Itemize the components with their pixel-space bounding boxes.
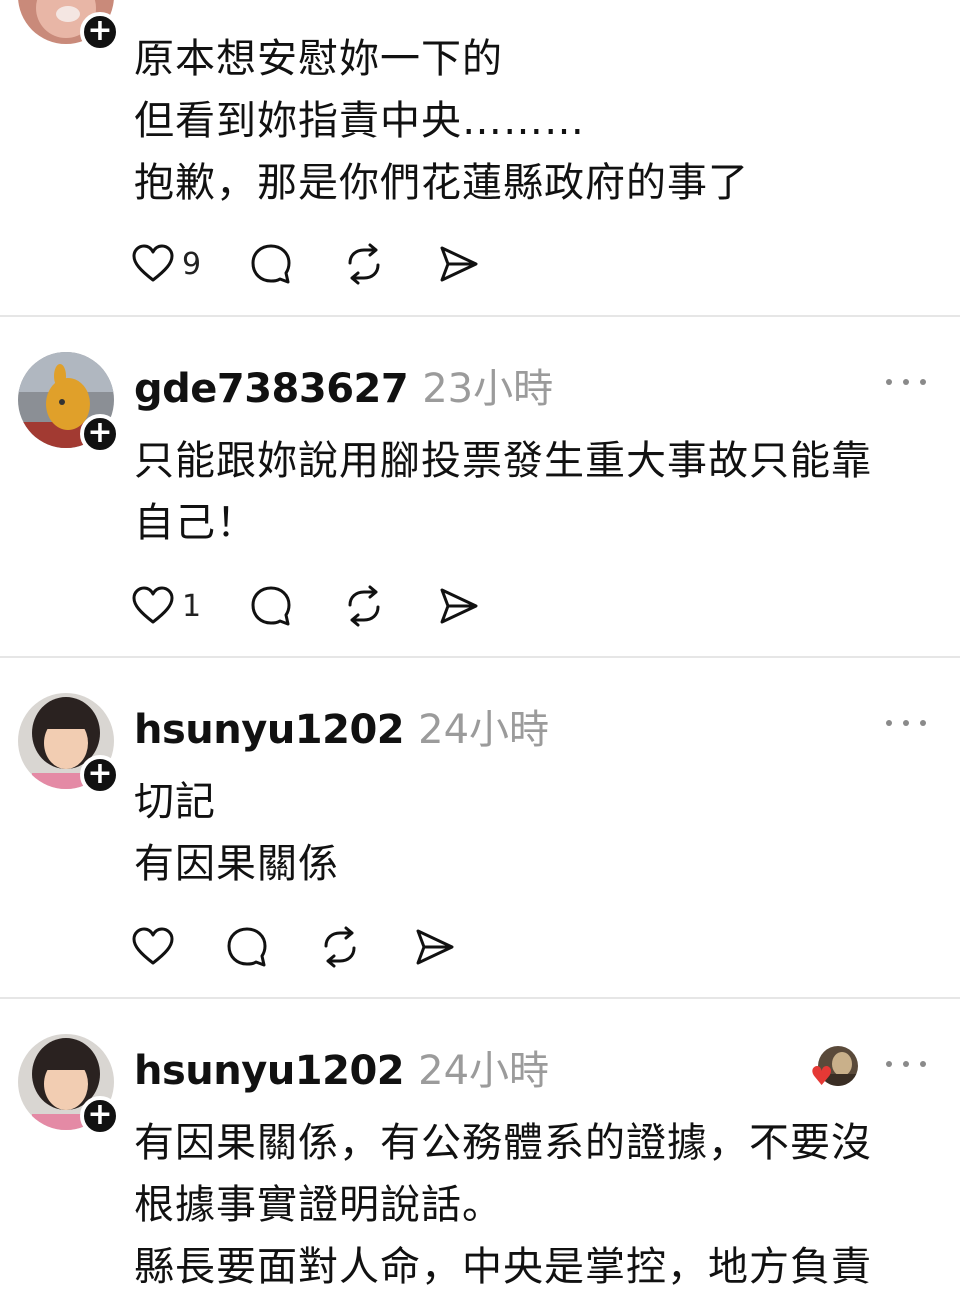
heart-icon <box>132 244 174 282</box>
post-body: 原本想安慰妳一下的 但看到妳指責中央……… 抱歉，那是你們花蓮縣政府的事了 <box>134 28 924 214</box>
post-header: hsunyu1202 24小時 <box>134 697 549 757</box>
post-line: 縣長要面對人命，中央是掌控，地方負責 <box>134 1244 872 1290</box>
repost-icon <box>348 243 380 285</box>
comment-button[interactable] <box>250 584 292 628</box>
repost-icon <box>324 926 356 968</box>
username[interactable]: gde7383627 <box>134 366 409 412</box>
comment-button[interactable] <box>226 925 268 969</box>
timestamp: 24小時 <box>418 707 550 753</box>
heart-icon <box>132 586 174 624</box>
comment-icon <box>251 244 291 284</box>
timestamp: 24小時 <box>418 1048 550 1094</box>
post-line: 抱歉，那是你們花蓮縣政府的事了 <box>134 160 749 206</box>
share-button[interactable] <box>438 242 480 286</box>
follow-plus-icon[interactable]: + <box>80 755 120 795</box>
comment-button[interactable] <box>250 242 292 286</box>
follow-plus-icon[interactable]: + <box>80 1096 120 1136</box>
post-line: 有因果關係 <box>134 841 339 887</box>
post-line: 原本想安慰妳一下的 <box>134 36 503 82</box>
post-line: 切記 <box>134 779 216 825</box>
like-button[interactable] <box>132 925 174 969</box>
more-icon[interactable] <box>886 1054 926 1074</box>
divider <box>0 997 960 999</box>
share-icon <box>416 929 454 965</box>
repost-icon <box>348 585 380 627</box>
share-button[interactable] <box>438 584 480 628</box>
share-icon <box>440 588 478 624</box>
follow-plus-icon[interactable]: + <box>80 12 120 52</box>
share-icon <box>440 246 478 282</box>
share-button[interactable] <box>414 925 456 969</box>
action-bar: 9 <box>132 242 492 286</box>
like-button[interactable]: 9 <box>132 242 201 286</box>
username[interactable]: hsunyu1202 <box>134 1048 405 1094</box>
username[interactable]: hsunyu1202 <box>134 707 405 753</box>
heart-icon <box>132 927 174 965</box>
like-count: 1 <box>182 588 202 624</box>
comment-icon <box>251 586 291 626</box>
post-body: 有因果關係，有公務體系的證據，不要沒 根據事實證明說話。 縣長要面對人命，中央是… <box>134 1112 924 1298</box>
post-line: 有因果關係，有公務體系的證據，不要沒 <box>134 1120 872 1166</box>
post-line: 但看到妳指責中央……… <box>134 98 585 144</box>
follow-plus-icon[interactable]: + <box>80 414 120 454</box>
action-bar <box>132 925 472 969</box>
post-line: 根據事實證明說話。 <box>134 1182 503 1228</box>
post-body: 只能跟妳說用腳投票發生重大事故只能靠 自己！ <box>134 430 924 554</box>
repost-button[interactable] <box>342 242 386 286</box>
comment-icon <box>227 927 267 967</box>
divider <box>0 656 960 658</box>
action-bar: 1 <box>132 584 492 628</box>
post-header: hsunyu1202 24小時 <box>134 1038 549 1098</box>
repost-button[interactable] <box>318 925 362 969</box>
repost-button[interactable] <box>342 584 386 628</box>
more-icon[interactable] <box>886 372 926 392</box>
more-icon[interactable] <box>886 713 926 733</box>
like-count: 9 <box>182 246 202 282</box>
post-line: 自己！ <box>134 500 257 546</box>
liked-heart-icon: ♥ <box>810 1062 834 1092</box>
timestamp: 23小時 <box>422 366 554 412</box>
divider <box>0 315 960 317</box>
like-button[interactable]: 1 <box>132 584 201 628</box>
post-body: 切記 有因果關係 <box>134 771 924 895</box>
post-line: 只能跟妳說用腳投票發生重大事故只能靠 <box>134 438 872 484</box>
post-header: gde7383627 23小時 <box>134 356 553 416</box>
